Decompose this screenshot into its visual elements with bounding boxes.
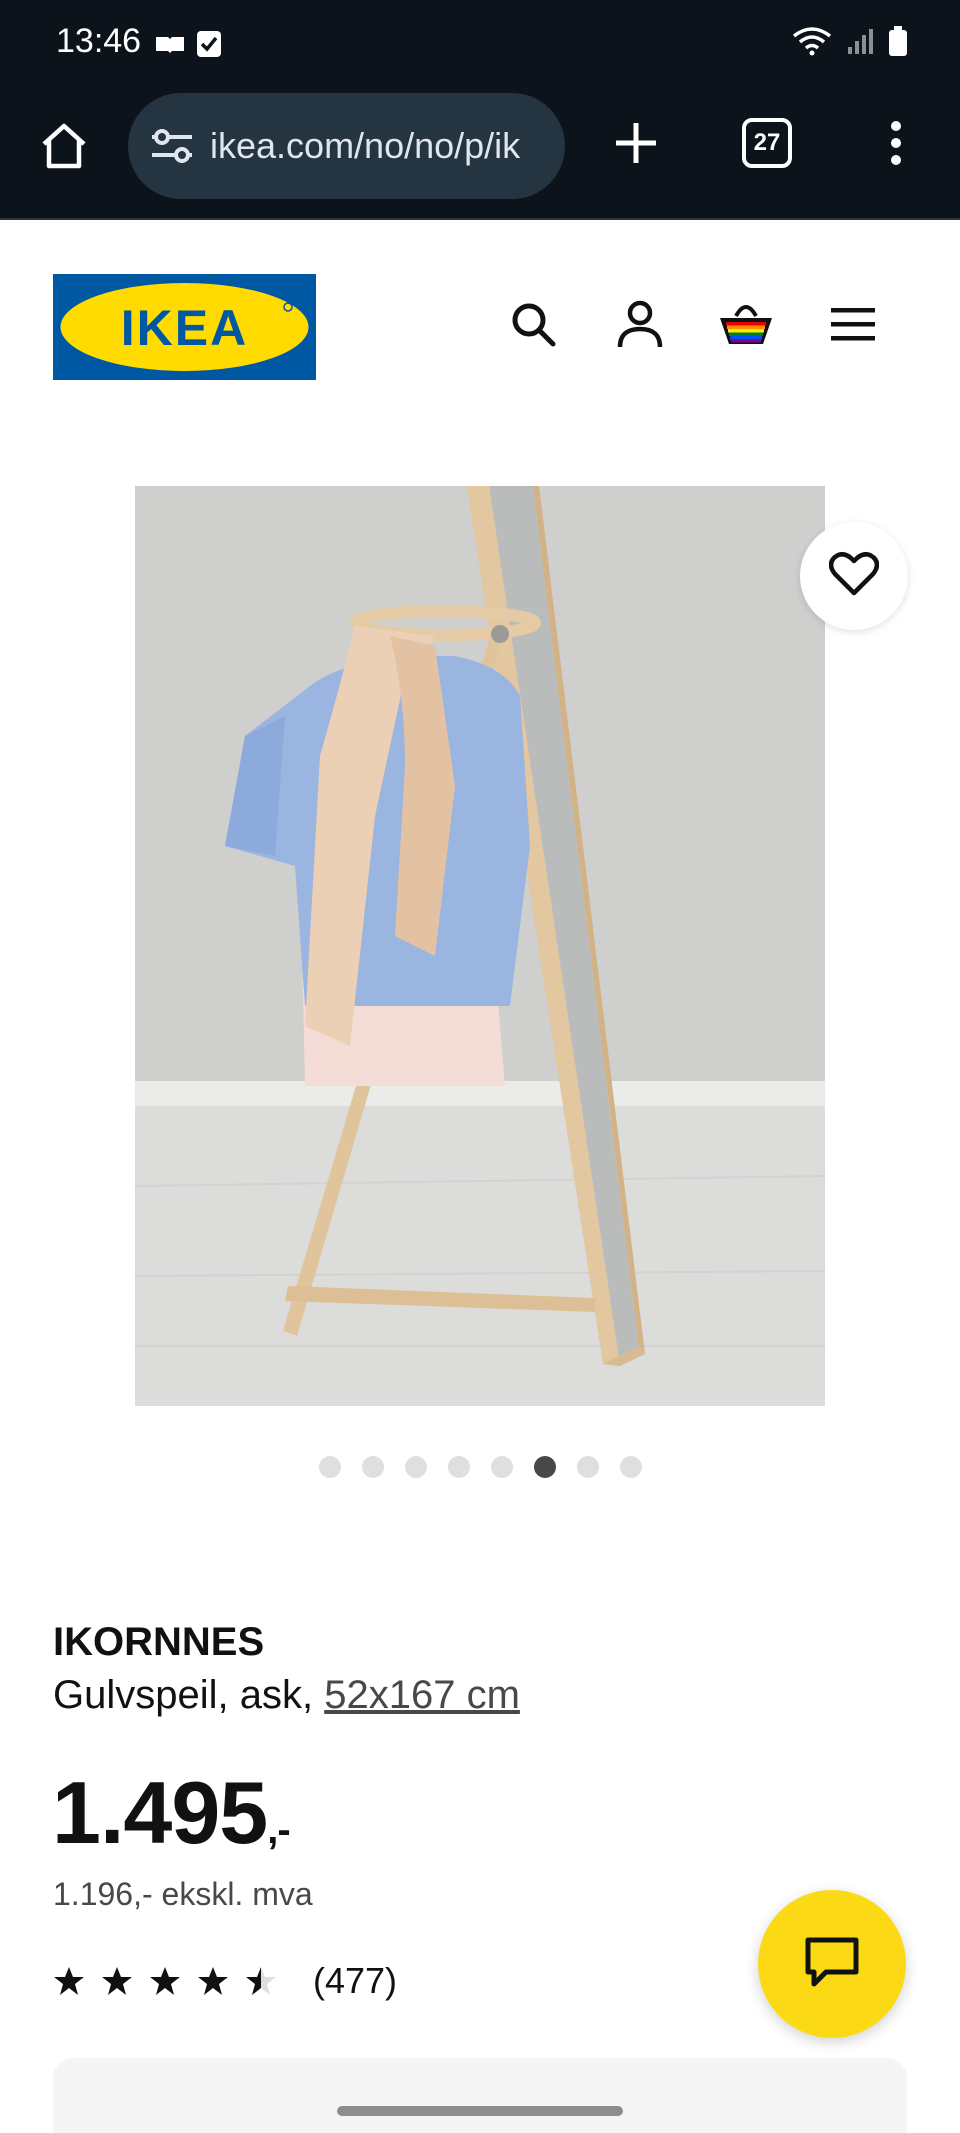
product-name: IKORNNES (53, 1620, 265, 1664)
carousel-dot[interactable] (362, 1456, 384, 1478)
basket-icon (717, 300, 775, 353)
status-bar: 13:46 (0, 0, 960, 90)
carousel-dot[interactable] (577, 1456, 599, 1478)
carousel-dot-active[interactable] (534, 1456, 556, 1478)
product-image[interactable] (135, 486, 825, 1406)
half-star-icon (246, 1967, 276, 1995)
star-icon (102, 1967, 132, 1995)
chat-button[interactable] (758, 1890, 906, 2038)
product-rating[interactable]: (477) (53, 1960, 397, 2002)
account-icon (616, 299, 664, 354)
wifi-icon (792, 26, 832, 61)
mirror-product-photo (135, 486, 825, 1406)
product-description: Gulvspeil, ask, 52x167 cm (53, 1673, 520, 1718)
star-icon (150, 1967, 180, 1995)
ikea-logo[interactable]: IKEA (53, 274, 316, 380)
basket-button[interactable] (718, 298, 774, 354)
plus-icon (613, 120, 659, 171)
tab-switcher-button[interactable]: 27 (742, 118, 792, 168)
svg-text:IKEA: IKEA (121, 300, 248, 356)
site-settings-icon[interactable] (148, 122, 196, 170)
bottom-card (53, 2058, 907, 2133)
heart-icon (828, 551, 880, 602)
product-type: Gulvspeil, ask, (53, 1673, 314, 1717)
star-icon (54, 1967, 84, 1995)
image-carousel-dots (319, 1456, 642, 1478)
product-price: 1.495,- (52, 1762, 291, 1864)
status-left-icons (154, 30, 222, 63)
battery-icon (888, 26, 908, 61)
status-right-icons (792, 26, 908, 61)
review-count[interactable]: (477) (313, 1960, 397, 2002)
star-icon (198, 1967, 228, 1995)
browser-menu-button[interactable] (876, 115, 916, 175)
chat-icon (804, 1936, 860, 1993)
site-header: IKEA (0, 222, 960, 402)
gesture-bar (337, 2106, 623, 2116)
browser-toolbar: ikea.com/no/no/p/ik 27 (0, 90, 960, 220)
ikea-logo-mark: IKEA (53, 274, 316, 380)
notification-icon (154, 33, 186, 60)
checkbox-icon (196, 30, 222, 63)
status-time: 13:46 (56, 22, 142, 60)
carousel-dot[interactable] (405, 1456, 427, 1478)
price-excl-vat: 1.196,- ekskl. mva (53, 1876, 313, 1912)
carousel-dot[interactable] (448, 1456, 470, 1478)
rating-stars (53, 1965, 277, 1997)
new-tab-button[interactable] (606, 115, 666, 175)
address-bar[interactable]: ikea.com/no/no/p/ik (128, 93, 565, 199)
signal-icon (846, 27, 874, 60)
hamburger-menu-icon (829, 304, 877, 349)
account-button[interactable] (612, 298, 668, 354)
product-size-link[interactable]: 52x167 cm (324, 1673, 520, 1717)
price-main: 1.495 (52, 1763, 268, 1862)
more-vert-icon (889, 120, 903, 171)
carousel-dot[interactable] (491, 1456, 513, 1478)
main-menu-button[interactable] (825, 298, 881, 354)
search-button[interactable] (505, 298, 561, 354)
url-text: ikea.com/no/no/p/ik (210, 125, 521, 166)
home-icon (38, 120, 90, 177)
wishlist-button[interactable] (800, 522, 908, 630)
carousel-dot[interactable] (620, 1456, 642, 1478)
home-button[interactable] (34, 118, 94, 178)
tab-count: 27 (753, 129, 781, 156)
carousel-dot[interactable] (319, 1456, 341, 1478)
search-icon (509, 300, 557, 353)
price-suffix: ,- (267, 1808, 290, 1852)
